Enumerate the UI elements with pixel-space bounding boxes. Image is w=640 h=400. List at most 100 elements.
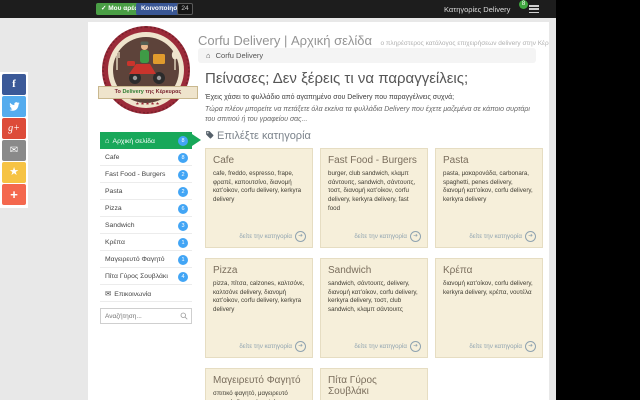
- choose-category-heading: Επιλέξτε κατηγορία: [205, 130, 311, 142]
- favorite-star-icon[interactable]: ★: [2, 162, 26, 183]
- sidebar-item-contact[interactable]: ✉ Επικοινωνία: [100, 285, 192, 302]
- card-title: Cafe: [213, 155, 235, 166]
- count-badge: 6: [178, 203, 188, 214]
- ribbon-text: Το: [114, 89, 121, 95]
- page-subtitle: ο πληρέστερος κατάλογος επιχειρήσεων del…: [380, 40, 550, 47]
- sidebar-item-home[interactable]: ⌂ Αρχική σελίδα 8: [100, 132, 201, 149]
- sidebar-item-label: Κρέπα: [105, 239, 125, 246]
- category-card-pizza[interactable]: Pizza pizza, πίτσα, calzones, καλτσόνε, …: [205, 258, 313, 358]
- active-item-arrow: [192, 134, 201, 146]
- ribbon-brand-text: Delivery: [122, 89, 144, 95]
- view-category-label: δείτε την κατηγορία: [239, 343, 292, 350]
- card-keywords: pasta, μακαρονάδα, carbonara, spaghetti,…: [443, 170, 533, 204]
- category-card-crepa[interactable]: Κρέπα διανομή κατ'οίκον, corfu delivery,…: [435, 258, 543, 358]
- tag-icon: [206, 131, 214, 139]
- choose-category-label: Επιλέξτε κατηγορία: [217, 130, 311, 142]
- card-keywords: pizza, πίτσα, calzones, καλτσόνε, καλτσό…: [213, 280, 305, 314]
- card-title: Sandwich: [328, 265, 372, 276]
- category-card-cafe[interactable]: Cafe cafe, freddo, espresso, frape, φραπ…: [205, 148, 313, 248]
- sidebar-item-label: Fast Food - Burgers: [105, 171, 166, 178]
- card-keywords: burger, club sandwich, κλαμπ σάντουιτς, …: [328, 170, 416, 212]
- home-icon: ⌂: [206, 51, 211, 60]
- view-category-link[interactable]: δείτε την κατηγορία ➔: [239, 231, 306, 242]
- menu-icon[interactable]: [529, 5, 539, 13]
- card-keywords: διανομή κατ'οίκον, corfu delivery, kerky…: [443, 280, 533, 296]
- more-share-icon[interactable]: +: [2, 184, 26, 205]
- card-title: Κρέπα: [443, 265, 473, 276]
- count-badge: 2: [178, 186, 188, 197]
- sidebar-item-fastfood[interactable]: Fast Food - Burgers 2: [100, 166, 192, 183]
- category-card-pasta[interactable]: Pasta pasta, μακαρονάδα, carbonara, spag…: [435, 148, 543, 248]
- view-category-label: δείτε την κατηγορία: [239, 233, 292, 240]
- categories-delivery-label[interactable]: Κατηγορίες Delivery: [444, 5, 510, 14]
- sidebar-item-label: Sandwich: [105, 222, 135, 229]
- arrow-circle-icon: ➔: [525, 231, 536, 242]
- sidebar-item-pasta[interactable]: Pasta 2: [100, 183, 192, 200]
- google-plus-share-icon[interactable]: g+: [2, 118, 26, 139]
- delivery-scooter-icon: [114, 41, 179, 84]
- breadcrumb-label: Corfu Delivery: [215, 51, 264, 60]
- category-sidebar: ⌂ Αρχική σελίδα 8 Cafe 8 Fast Food - Burge…: [100, 132, 201, 324]
- count-badge: 8: [178, 152, 188, 163]
- sidebar-item-label: Pizza: [105, 205, 122, 212]
- count-badge: 4: [178, 271, 188, 282]
- check-icon: ✓: [101, 5, 107, 12]
- sidebar-item-pizza[interactable]: Pizza 6: [100, 200, 192, 217]
- sidebar-item-gyros[interactable]: Πίτα Γύρος Σουβλάκι 4: [100, 268, 192, 285]
- category-grid: Cafe cafe, freddo, espresso, frape, φραπ…: [205, 148, 543, 400]
- sidebar-item-label: Επικοινωνία: [114, 291, 152, 298]
- twitter-share-icon[interactable]: [2, 96, 26, 117]
- facebook-share-icon[interactable]: f: [2, 74, 26, 95]
- site-logo[interactable]: Το Delivery της Κέρκυρας ★★★★★: [98, 26, 198, 128]
- count-badge: 1: [178, 237, 188, 248]
- home-icon: ⌂: [105, 136, 110, 145]
- categories-count-badge: 8: [519, 0, 528, 9]
- category-card-fastfood[interactable]: Fast Food - Burgers burger, club sandwic…: [320, 148, 428, 248]
- logo-ribbon: Το Delivery της Κέρκυρας: [98, 86, 198, 99]
- sidebar-item-label: Αρχική σελίδα: [112, 138, 155, 145]
- card-title: Fast Food - Burgers: [328, 155, 417, 166]
- intro-heading: Πείνασες; Δεν ξέρεις τι να παραγγείλεις;: [205, 70, 469, 87]
- category-card-gyros[interactable]: Πίτα Γύρος Σουβλάκι pita, πίτα, πίττα, d…: [320, 368, 428, 400]
- arrow-circle-icon: ➔: [295, 341, 306, 352]
- view-category-link[interactable]: δείτε την κατηγορία ➔: [354, 231, 421, 242]
- search-icon: [180, 312, 188, 320]
- sidebar-item-label: Μαγειρευτό Φαγητό: [105, 256, 165, 263]
- logo-stars: ★★★★★: [135, 101, 161, 106]
- sidebar-item-crepa[interactable]: Κρέπα 1: [100, 234, 192, 251]
- card-keywords: cafe, freddo, espresso, frape, φραπέ, κα…: [213, 170, 302, 204]
- count-badge: 2: [178, 169, 188, 180]
- view-category-label: δείτε την κατηγορία: [354, 343, 407, 350]
- sidebar-item-cooked-food[interactable]: Μαγειρευτό Φαγητό 1: [100, 251, 192, 268]
- search-input[interactable]: [101, 312, 177, 320]
- count-badge: 3: [178, 220, 188, 231]
- page-title: Corfu Delivery | Αρχική σελίδα: [198, 33, 373, 48]
- card-keywords: sandwich, σάντουιτς, delivery, διανομή κ…: [328, 280, 418, 314]
- card-title: Πίτα Γύρος Σουβλάκι: [328, 375, 377, 397]
- card-keywords: σπιτικό φαγητό, μαγειρευτό φαγητό, διανο…: [213, 390, 288, 400]
- sidebar-item-cafe[interactable]: Cafe 8: [100, 149, 192, 166]
- sidebar-item-label: Pasta: [105, 188, 123, 195]
- intro-line1: Έχεις χάσει το φυλλάδιο από αγαπημένο σο…: [205, 94, 455, 101]
- breadcrumb[interactable]: ⌂ Corfu Delivery: [198, 48, 536, 63]
- sidebar-item-label: Cafe: [105, 154, 120, 161]
- card-title: Pasta: [443, 155, 469, 166]
- count-badge: 8: [178, 135, 188, 146]
- view-category-label: δείτε την κατηγορία: [469, 343, 522, 350]
- arrow-circle-icon: ➔: [525, 341, 536, 352]
- view-category-link[interactable]: δείτε την κατηγορία ➔: [239, 341, 306, 352]
- category-card-cooked-food[interactable]: Μαγειρευτό Φαγητό σπιτικό φαγητό, μαγειρ…: [205, 368, 313, 400]
- arrow-circle-icon: ➔: [295, 231, 306, 242]
- envelope-icon: ✉: [105, 289, 112, 298]
- email-share-icon[interactable]: ✉: [2, 140, 26, 161]
- category-card-sandwich[interactable]: Sandwich sandwich, σάντουιτς, delivery, …: [320, 258, 428, 358]
- card-title: Μαγειρευτό Φαγητό: [213, 375, 301, 386]
- ribbon-text-2: της Κέρκυρας: [145, 89, 182, 95]
- view-category-label: δείτε την κατηγορία: [469, 233, 522, 240]
- arrow-circle-icon: ➔: [410, 231, 421, 242]
- search-button[interactable]: [177, 309, 191, 323]
- view-category-link[interactable]: δείτε την κατηγορία ➔: [469, 341, 536, 352]
- sidebar-item-sandwich[interactable]: Sandwich 3: [100, 217, 192, 234]
- view-category-link[interactable]: δείτε την κατηγορία ➔: [354, 341, 421, 352]
- view-category-link[interactable]: δείτε την κατηγορία ➔: [469, 231, 536, 242]
